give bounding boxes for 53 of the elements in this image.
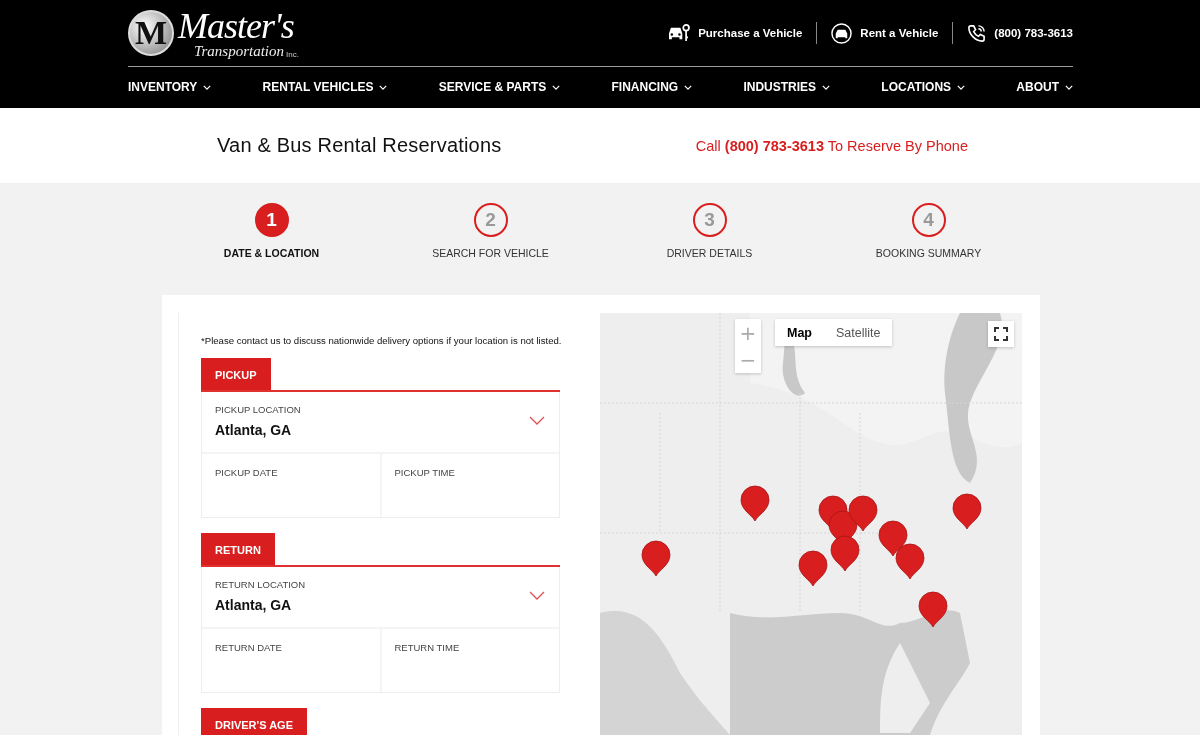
nav-menu-item[interactable]: LOCATIONS — [881, 80, 966, 94]
step-label: DRIVER DETAILS — [666, 247, 753, 259]
map-type-tab[interactable]: Satellite — [824, 319, 893, 346]
field-value: Atlanta, GA — [215, 597, 293, 613]
logo-name: Master's — [178, 7, 295, 44]
chevron-down-icon — [529, 416, 545, 426]
field-label: RETURN DATE — [215, 642, 283, 653]
fullscreen-icon — [994, 327, 1008, 341]
logo-emblem: M — [128, 10, 174, 56]
top-link[interactable]: (800) 783-3613 — [967, 23, 1073, 43]
company-logo[interactable]: M Master's Transportation Inc. — [128, 7, 299, 59]
date-field[interactable]: RETURN DATE — [202, 629, 380, 692]
chevron-down-icon — [1064, 84, 1073, 90]
date-field[interactable]: PICKUP DATE — [202, 454, 380, 517]
field-label: PICKUP LOCATION — [215, 404, 301, 415]
chevron-down-icon — [552, 84, 561, 90]
location-dropdown[interactable]: PICKUP LOCATION Atlanta, GA — [202, 392, 559, 454]
phone-icon — [967, 23, 987, 43]
field-label: PICKUP TIME — [394, 467, 456, 478]
notice-text: *Please contact us to discuss nationwide delivery options if your location is not listed. — [201, 335, 560, 346]
nav-menu-item[interactable]: ABOUT — [1016, 80, 1073, 94]
field-label: RETURN TIME — [394, 642, 461, 653]
chevron-down-icon — [822, 84, 831, 90]
nav-menu-item[interactable]: INVENTORY — [128, 80, 212, 94]
nav-menu-item[interactable]: RENTAL VEHICLES — [262, 80, 388, 94]
top-link[interactable]: Purchase a Vehicle — [667, 23, 803, 43]
chevron-down-icon — [529, 591, 545, 601]
chevron-down-icon — [957, 84, 966, 90]
field-label: RETURN LOCATION — [215, 579, 306, 590]
step-label: DATE & LOCATION — [223, 247, 320, 259]
car-key-icon — [667, 23, 691, 43]
fullscreen-button[interactable] — [988, 321, 1014, 347]
time-field[interactable]: PICKUP TIME — [379, 454, 559, 517]
chevron-down-icon — [203, 84, 212, 90]
field-label: PICKUP DATE — [215, 467, 279, 478]
nav-menu-item[interactable]: INDUSTRIES — [743, 80, 831, 94]
chevron-down-icon — [379, 84, 388, 90]
nav-menu-item[interactable]: SERVICE & PARTS — [438, 80, 561, 94]
call-to-reserve-text: Call (800) 783-3613 To Reserve By Phone — [695, 137, 968, 154]
location-dropdown[interactable]: RETURN LOCATION Atlanta, GA — [202, 567, 559, 629]
logo-suffix: Inc. — [286, 50, 299, 59]
step-label: SEARCH FOR VEHICLE — [432, 247, 549, 259]
field-value: Atlanta, GA — [215, 422, 293, 438]
car-front-icon — [831, 22, 853, 44]
chevron-down-icon — [684, 84, 693, 90]
logo-tagline: Transportation — [194, 43, 285, 59]
time-field[interactable]: RETURN TIME — [379, 629, 559, 692]
map-type-tab[interactable]: Map — [775, 319, 824, 346]
nav-menu-item[interactable]: FINANCING — [611, 80, 693, 94]
top-link[interactable]: Rent a Vehicle — [831, 22, 939, 44]
step-label: BOOKING SUMMARY — [875, 247, 982, 259]
step-number[interactable]: 1 — [254, 203, 289, 237]
page-title: Van & Bus Rental Reservations — [217, 134, 502, 157]
